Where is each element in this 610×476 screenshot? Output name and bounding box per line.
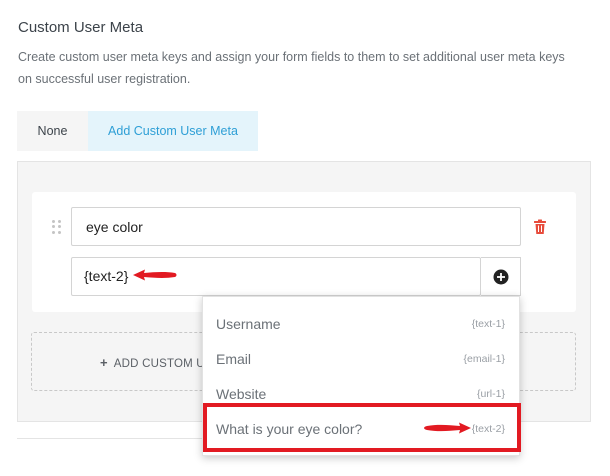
dropdown-item-tag: {email-1} — [463, 353, 505, 365]
section-title: Custom User Meta — [18, 19, 144, 36]
divider — [17, 438, 202, 439]
annotation-arrow-icon — [133, 269, 177, 281]
add-custom-meta-button[interactable]: + ADD CUSTOM U — [100, 355, 205, 370]
add-custom-meta-label: ADD CUSTOM U — [113, 358, 205, 370]
meta-value-text: {text-2} — [84, 268, 129, 284]
trash-icon[interactable] — [533, 219, 547, 235]
plus-circle-icon — [493, 269, 508, 284]
custom-user-meta-settings: Custom User Meta Create custom user meta… — [0, 0, 610, 476]
dropdown-item-label: Website — [216, 386, 267, 402]
annotation-arrow-icon — [424, 422, 471, 434]
dropdown-item-label: Email — [216, 351, 252, 367]
dropdown-item-email[interactable]: Email {email-1} — [203, 342, 519, 377]
section-description: Create custom user meta keys and assign … — [18, 50, 565, 86]
annotation-highlight-box — [203, 403, 521, 452]
dropdown-item-tag: {url-1} — [476, 388, 505, 400]
dropdown-item-username[interactable]: Username {text-1} — [203, 307, 519, 342]
dropdown-item-label: Username — [216, 316, 281, 332]
meta-key-input[interactable] — [71, 207, 521, 246]
meta-mode-tabs: None Add Custom User Meta — [17, 111, 258, 151]
tab-add-custom-user-meta[interactable]: Add Custom User Meta — [88, 111, 258, 151]
plus-icon: + — [100, 355, 108, 370]
dropdown-item-tag: {text-1} — [471, 318, 505, 330]
tab-none[interactable]: None — [17, 111, 88, 151]
drag-handle-icon[interactable] — [52, 220, 62, 234]
insert-field-button[interactable] — [481, 257, 521, 296]
